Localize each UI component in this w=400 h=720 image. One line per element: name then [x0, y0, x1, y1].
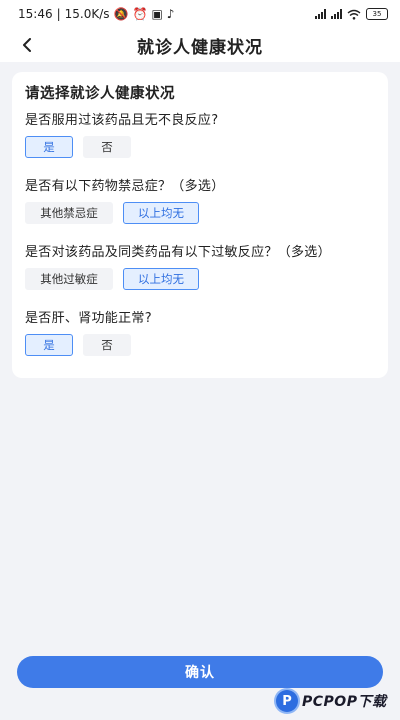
app-notification-icon: ▣ — [151, 7, 163, 21]
watermark: P PCPOP下载 — [276, 686, 386, 716]
status-left: 15:46 | 15.0K/s 🔕 ⏰ ▣ ♪ — [18, 7, 174, 21]
status-bar: 15:46 | 15.0K/s 🔕 ⏰ ▣ ♪ 35 — [0, 0, 400, 28]
option-other-allergies[interactable]: 其他过敏症 — [25, 268, 113, 290]
tiktok-icon: ♪ — [166, 7, 175, 21]
status-divider: | — [56, 7, 61, 21]
battery-icon: 35 — [366, 8, 388, 20]
question-contraindications: 是否有以下药物禁忌症？（多选） — [25, 179, 225, 194]
option-prior-use-no[interactable]: 否 — [83, 136, 131, 158]
health-status-card: 请选择就诊人健康状况 是否服用过该药品且无不良反应? 是 否 是否有以下药物禁忌… — [12, 72, 388, 378]
signal-icon — [315, 9, 326, 19]
watermark-logo-icon: P — [276, 690, 298, 712]
question-allergies: 是否对该药品及同类药品有以下过敏反应？（多选） — [25, 245, 331, 260]
option-liver-kidney-no[interactable]: 否 — [83, 334, 131, 356]
option-none-contraindications[interactable]: 以上均无 — [123, 202, 199, 224]
confirm-button[interactable]: 确认 — [17, 656, 383, 688]
option-other-contraindications[interactable]: 其他禁忌症 — [25, 202, 113, 224]
options-allergies: 其他过敏症 以上均无 — [25, 268, 375, 290]
option-liver-kidney-yes[interactable]: 是 — [25, 334, 73, 356]
option-none-allergies[interactable]: 以上均无 — [123, 268, 199, 290]
watermark-text: PCPOP下载 — [302, 694, 387, 710]
mute-bell-icon: 🔕 — [113, 7, 129, 21]
status-right: 35 — [315, 8, 388, 20]
question-prior-use: 是否服用过该药品且无不良反应? — [25, 113, 219, 128]
chevron-left-icon — [23, 38, 31, 52]
options-liver-kidney: 是 否 — [25, 334, 375, 356]
status-time: 15:46 — [18, 7, 53, 21]
page-title: 就诊人健康状况 — [137, 37, 263, 58]
battery-level: 35 — [372, 10, 382, 18]
options-contraindications: 其他禁忌症 以上均无 — [25, 202, 375, 224]
card-title: 请选择就诊人健康状况 — [25, 86, 175, 102]
back-button[interactable] — [14, 32, 40, 58]
question-liver-kidney: 是否肝、肾功能正常? — [25, 311, 152, 326]
alarm-icon: ⏰ — [132, 7, 148, 21]
network-speed: 15.0K/s — [64, 7, 110, 21]
wifi-icon — [347, 9, 361, 20]
options-prior-use: 是 否 — [25, 136, 375, 158]
signal-icon-2 — [331, 9, 342, 19]
option-prior-use-yes[interactable]: 是 — [25, 136, 73, 158]
nav-bar: 就诊人健康状况 — [0, 28, 400, 62]
